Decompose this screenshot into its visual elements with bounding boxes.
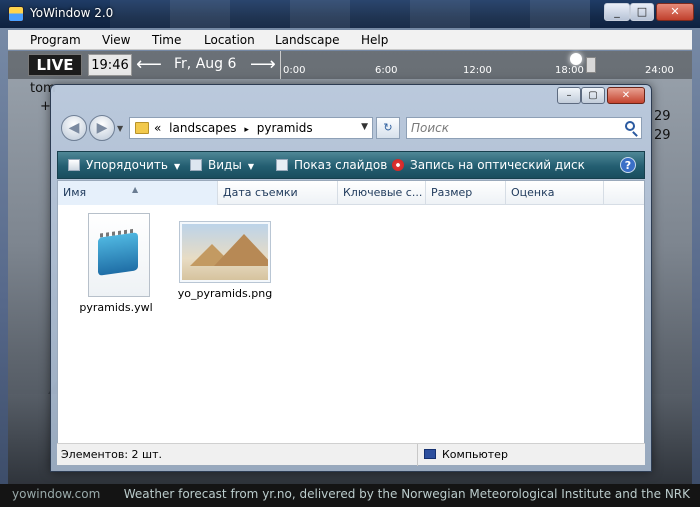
folder-icon — [135, 122, 149, 134]
file-list[interactable]: ▲ Имя Дата съемки Ключевые с... Размер О… — [57, 180, 645, 466]
tick-label: 6:00 — [375, 65, 398, 76]
views-icon — [190, 159, 202, 171]
organize-button[interactable]: Упорядочить ▼ — [68, 158, 180, 172]
sort-arrow-icon: ▲ — [132, 185, 139, 194]
tick-label: 18:00 — [555, 65, 584, 76]
file-name: pyramids.ywl — [79, 301, 153, 314]
explorer-close-button[interactable]: ✕ — [607, 87, 645, 104]
column-rating[interactable]: Оценка — [506, 181, 604, 205]
credit-text: Weather forecast from yr.no, delivered b… — [123, 487, 690, 501]
views-label: Виды — [208, 158, 242, 172]
breadcrumb-separator-icon[interactable]: ▸ — [244, 125, 249, 135]
tick-label: 0:00 — [283, 65, 306, 76]
column-header: ▲ Имя Дата съемки Ключевые с... Размер О… — [58, 181, 644, 205]
history-dropdown-icon[interactable]: ▼ — [117, 124, 123, 133]
menu-view[interactable]: View — [102, 33, 130, 47]
temperature-value: 29 — [654, 128, 671, 143]
chevron-down-icon: ▼ — [173, 162, 181, 171]
close-button[interactable]: ✕ — [656, 3, 694, 21]
address-path: « landscapes ▸ pyramids — [154, 121, 313, 135]
burn-disc-label: Запись на оптический диск — [410, 158, 585, 172]
window-title: YoWindow 2.0 — [30, 6, 114, 20]
timeline[interactable]: 0:00 6:00 12:00 18:00 24:00 — [280, 51, 676, 79]
date-label: Fr, Aug 6 — [174, 56, 237, 72]
address-bar[interactable]: « landscapes ▸ pyramids ▼ — [129, 117, 373, 139]
temperature-value: 29 — [654, 109, 671, 124]
address-prefix[interactable]: « — [154, 121, 161, 135]
menu-landscape[interactable]: Landscape — [275, 33, 339, 47]
explorer-window: – ▢ ✕ ◀ ▶ ▼ « landscapes ▸ pyramids ▼ ↻ … — [50, 84, 652, 472]
help-button[interactable]: ? — [620, 157, 636, 173]
forward-button[interactable]: ▶ — [89, 115, 115, 141]
menu-time[interactable]: Time — [152, 33, 181, 47]
clock-display: 19:46 — [88, 54, 132, 76]
column-name[interactable]: ▲ Имя — [58, 181, 218, 205]
maximize-button[interactable]: □ — [630, 3, 654, 21]
item-count: Элементов: 2 шт. — [61, 448, 163, 461]
footer: yowindow.com Weather forecast from yr.no… — [0, 484, 700, 507]
back-button[interactable]: ◀ — [61, 115, 87, 141]
organize-label: Упорядочить — [86, 158, 168, 172]
file-item-yo-pyramids-png[interactable]: yo_pyramids.png — [170, 221, 280, 300]
time-bar: LIVE 19:46 ⟵ Fr, Aug 6 ⟶ 0:00 6:00 12:00… — [8, 51, 692, 79]
site-link[interactable]: yowindow.com — [12, 487, 100, 501]
explorer-caption[interactable]: – ▢ ✕ — [51, 85, 651, 107]
views-button[interactable]: Виды ▼ — [190, 158, 254, 172]
tick-label: 24:00 — [645, 65, 674, 76]
chevron-down-icon: ▼ — [247, 162, 254, 171]
computer-icon — [424, 449, 436, 459]
timeline-handle[interactable] — [586, 57, 596, 73]
column-date-taken[interactable]: Дата съемки — [218, 181, 338, 205]
status-bar: Элементов: 2 шт. Компьютер — [57, 443, 645, 466]
status-location-label: Компьютер — [442, 448, 508, 461]
column-name-label: Имя — [63, 186, 87, 199]
menu-program[interactable]: Program — [30, 33, 81, 47]
menu-help[interactable]: Help — [361, 33, 388, 47]
slideshow-icon — [276, 159, 288, 171]
column-size[interactable]: Размер — [426, 181, 506, 205]
notepad-pad — [98, 232, 138, 276]
breadcrumb-landscapes[interactable]: landscapes — [169, 121, 236, 135]
pyramid-shape — [214, 234, 268, 266]
sun-icon — [570, 53, 582, 65]
organize-icon — [68, 159, 80, 171]
yowindow-app-icon[interactable] — [8, 6, 24, 22]
image-thumbnail — [182, 224, 268, 280]
search-icon[interactable] — [625, 121, 635, 131]
titlebar-background — [110, 0, 590, 28]
status-location: Компьютер — [417, 444, 508, 466]
explorer-maximize-button[interactable]: ▢ — [581, 87, 605, 104]
breadcrumb-pyramids[interactable]: pyramids — [257, 121, 313, 135]
prev-day-arrow-icon[interactable]: ⟵ — [136, 54, 162, 76]
minimize-button[interactable]: _ — [604, 3, 630, 21]
refresh-button[interactable]: ↻ — [376, 117, 400, 139]
notepad-icon — [84, 213, 150, 297]
search-input[interactable] — [411, 120, 611, 136]
yowindow-titlebar[interactable]: YoWindow 2.0 _ □ ✕ — [0, 0, 700, 28]
explorer-minimize-button[interactable]: – — [557, 87, 581, 104]
menu-location[interactable]: Location — [204, 33, 255, 47]
search-box — [406, 117, 642, 139]
address-dropdown-icon[interactable]: ▼ — [361, 122, 368, 132]
slideshow-button[interactable]: Показ слайдов — [276, 158, 387, 172]
file-item-pyramids-ywl[interactable]: pyramids.ywl — [78, 213, 154, 314]
slideshow-label: Показ слайдов — [294, 158, 388, 172]
disc-icon — [392, 159, 404, 171]
live-button[interactable]: LIVE — [28, 54, 82, 76]
navigation-row: ◀ ▶ ▼ « landscapes ▸ pyramids ▼ ↻ — [51, 111, 651, 143]
menu-bar: Program View Time Location Landscape Hel… — [8, 30, 692, 50]
image-icon — [179, 221, 271, 283]
file-name: yo_pyramids.png — [177, 287, 273, 300]
column-keywords[interactable]: Ключевые с... — [338, 181, 426, 205]
next-day-arrow-icon[interactable]: ⟶ — [250, 54, 276, 76]
tick-label: 12:00 — [463, 65, 492, 76]
command-bar: Упорядочить ▼ Виды ▼ Показ слайдов Запись … — [57, 151, 645, 179]
burn-disc-button[interactable]: Запись на оптический диск — [392, 158, 585, 172]
